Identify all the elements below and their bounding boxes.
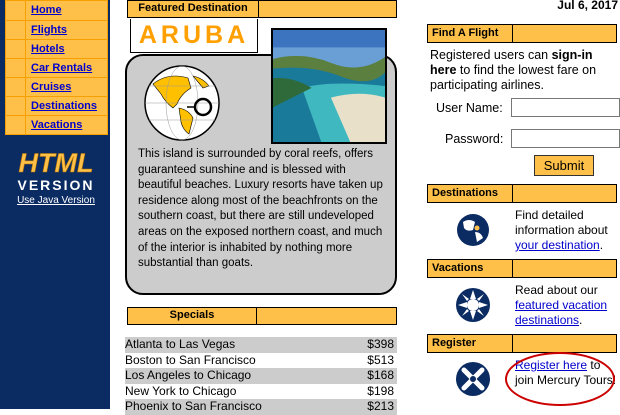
register-cross-icon bbox=[455, 361, 491, 397]
nav-link-cruises[interactable]: Cruises bbox=[26, 78, 71, 96]
destinations-text: Find detailed information about your des… bbox=[515, 208, 620, 253]
nav-item-hotels[interactable]: Hotels bbox=[6, 39, 107, 58]
special-route: New York to Chicago bbox=[125, 383, 237, 398]
table-row: Boston to San Francisco $513 bbox=[125, 353, 397, 369]
special-price: $198 bbox=[367, 383, 394, 398]
destinations-text-post: . bbox=[599, 238, 604, 252]
red-annotation-circle bbox=[505, 352, 615, 406]
your-destination-link[interactable]: your destination bbox=[515, 238, 600, 252]
vacations-text-pre: Read about our bbox=[515, 283, 598, 297]
nav-link-flights[interactable]: Flights bbox=[26, 21, 67, 39]
left-nav-column: Home Flights Hotels Car Rentals Cruises … bbox=[0, 0, 110, 409]
html-version-logo: HTML VERSION bbox=[17, 148, 94, 193]
table-row: Los Angeles to Chicago $168 bbox=[125, 368, 397, 384]
submit-button[interactable]: Submit bbox=[534, 155, 594, 176]
password-label: Password: bbox=[445, 132, 504, 146]
beach-photo bbox=[271, 28, 387, 144]
table-row: Phoenix to San Francisco $213 bbox=[125, 399, 397, 415]
logo-text-version: VERSION bbox=[17, 177, 94, 193]
nav-menu: Home Flights Hotels Car Rentals Cruises … bbox=[5, 0, 108, 135]
special-route: Atlanta to Las Vegas bbox=[125, 337, 236, 351]
nav-item-home[interactable]: Home bbox=[6, 1, 107, 20]
current-date: Jul 6, 2017 bbox=[557, 0, 618, 12]
nav-item-destinations[interactable]: Destinations bbox=[6, 96, 107, 115]
find-flight-header: Find A Flight bbox=[427, 24, 513, 43]
vacations-text-post: . bbox=[579, 313, 583, 327]
special-price: $513 bbox=[367, 352, 394, 367]
globe-icon bbox=[455, 212, 491, 248]
nav-item-vacations[interactable]: Vacations bbox=[6, 115, 107, 134]
table-row: Atlanta to Las Vegas $398 bbox=[125, 337, 397, 353]
special-route: Phoenix to San Francisco bbox=[125, 399, 262, 413]
table-row: New York to Chicago $198 bbox=[125, 384, 397, 400]
special-price: $398 bbox=[367, 337, 394, 351]
special-price: $168 bbox=[367, 368, 394, 382]
destinations-header-bar bbox=[513, 184, 617, 203]
destinations-text-pre: Find detailed information about bbox=[515, 208, 608, 237]
specials-tab: Specials bbox=[127, 307, 257, 325]
find-flight-text: Registered users can sign-in here to fin… bbox=[430, 48, 615, 93]
special-route: Boston to San Francisco bbox=[125, 352, 256, 367]
sun-icon bbox=[455, 287, 491, 323]
featured-vacation-link[interactable]: featured vacation destinations bbox=[515, 298, 607, 327]
register-header: Register bbox=[427, 334, 513, 353]
specials-table: Atlanta to Las Vegas $398 Boston to San F… bbox=[125, 337, 397, 415]
vacations-header: Vacations bbox=[427, 259, 513, 278]
featured-destination-tab: Featured Destination bbox=[127, 0, 259, 18]
nav-link-hotels[interactable]: Hotels bbox=[26, 40, 65, 58]
destination-description: This island is surrounded by coral reefs… bbox=[138, 148, 383, 270]
nav-item-flights[interactable]: Flights bbox=[6, 20, 107, 39]
username-label: User Name: bbox=[436, 101, 503, 115]
nav-link-car-rentals[interactable]: Car Rentals bbox=[26, 59, 92, 77]
nav-item-cruises[interactable]: Cruises bbox=[6, 77, 107, 96]
nav-link-home[interactable]: Home bbox=[26, 1, 62, 20]
globe-map bbox=[144, 65, 220, 141]
destinations-header: Destinations bbox=[427, 184, 513, 203]
nav-item-car-rentals[interactable]: Car Rentals bbox=[6, 58, 107, 77]
password-input[interactable] bbox=[511, 129, 620, 148]
nav-link-destinations[interactable]: Destinations bbox=[26, 97, 97, 115]
find-flight-text-pre: Registered users can bbox=[430, 48, 552, 62]
specials-tab-bar bbox=[257, 307, 397, 325]
special-route: Los Angeles to Chicago bbox=[125, 368, 252, 382]
vacations-text: Read about our featured vacation destina… bbox=[515, 283, 620, 328]
username-input[interactable] bbox=[511, 98, 620, 117]
special-price: $213 bbox=[367, 399, 394, 413]
register-header-bar bbox=[513, 334, 617, 353]
vacations-header-bar bbox=[513, 259, 617, 278]
nav-link-vacations[interactable]: Vacations bbox=[26, 116, 82, 134]
find-flight-header-bar bbox=[513, 24, 617, 43]
destination-title: ARUBA bbox=[130, 19, 258, 53]
logo-text-html: HTML bbox=[19, 148, 94, 178]
featured-tab-bar bbox=[259, 0, 397, 18]
use-java-version-link[interactable]: Use Java Version bbox=[0, 195, 112, 206]
